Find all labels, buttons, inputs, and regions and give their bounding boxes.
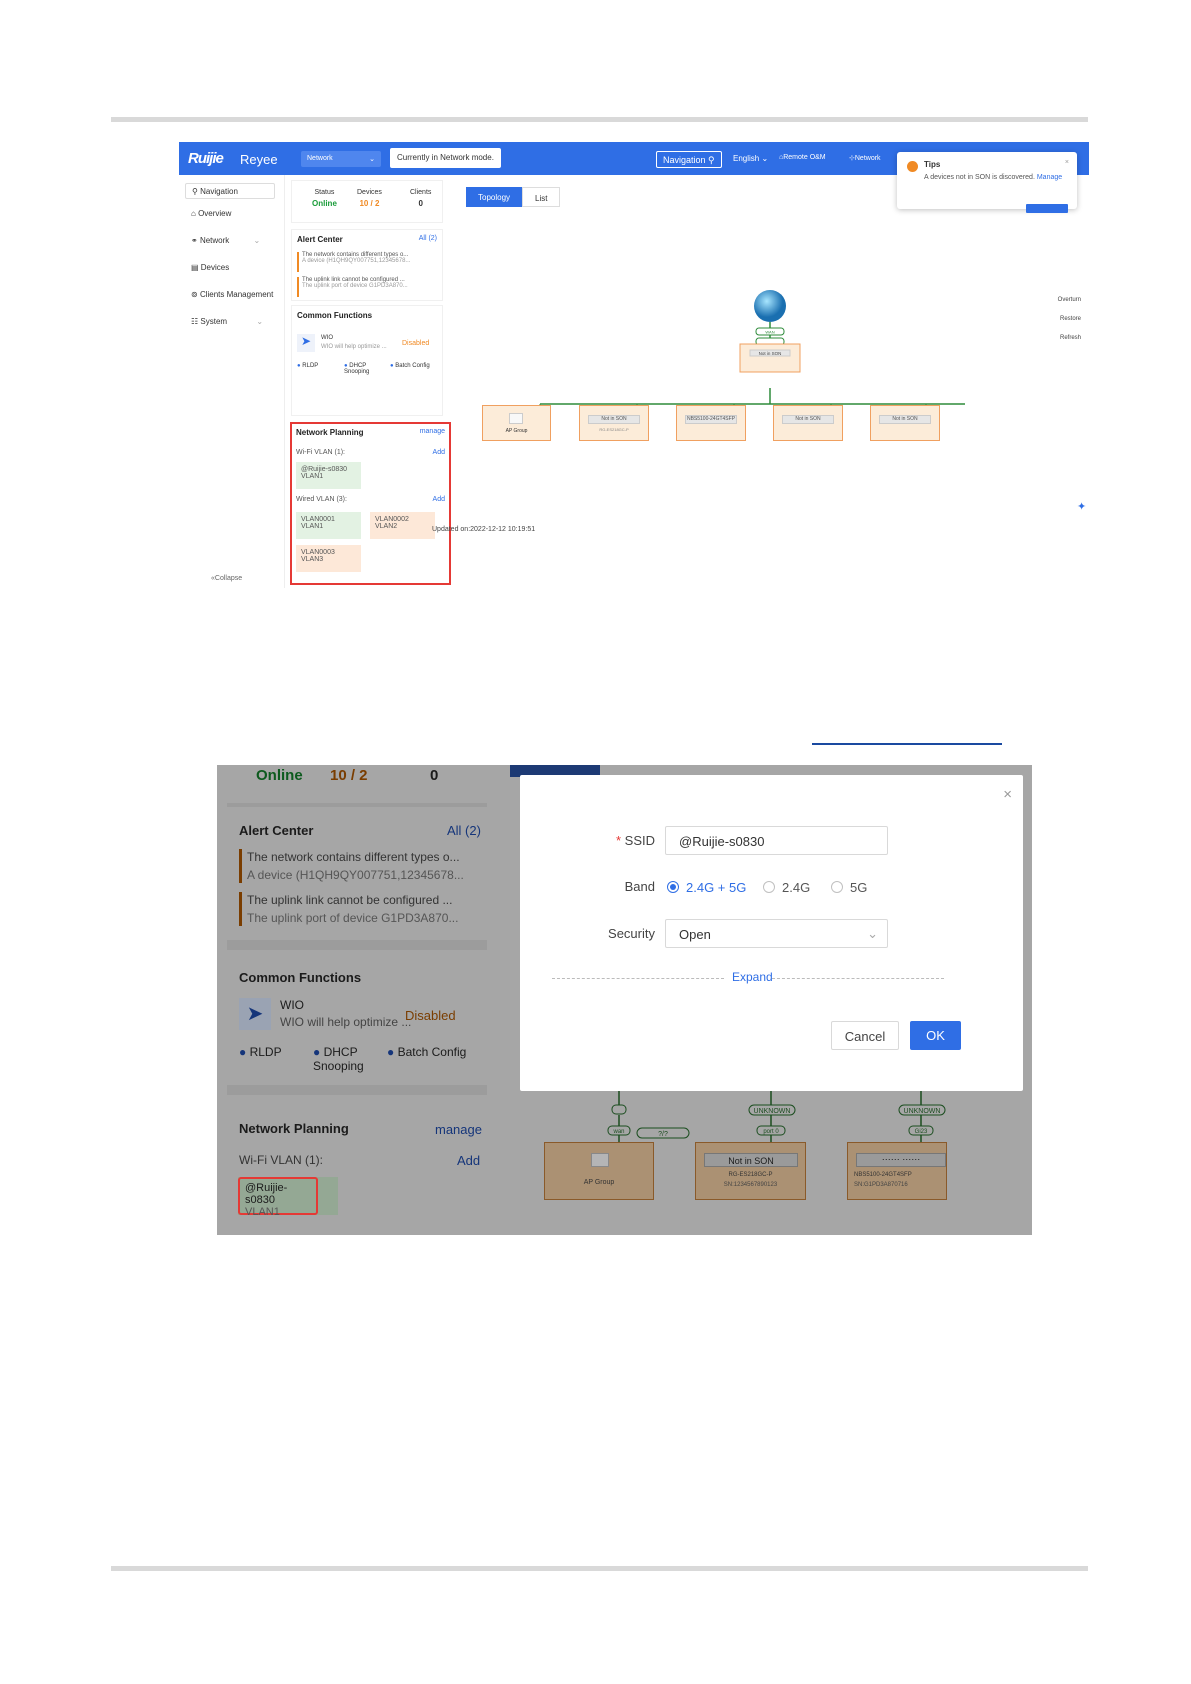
switch-node[interactable]: Not in SON bbox=[870, 405, 940, 441]
close-icon[interactable]: × bbox=[1003, 786, 1012, 803]
wio-state-zoom[interactable]: Disabled bbox=[405, 1008, 456, 1023]
alert1-title-zoom[interactable]: The network contains different types o..… bbox=[247, 850, 460, 864]
ap-icon bbox=[509, 413, 523, 424]
ap-group-node-zoom[interactable]: AP Group bbox=[544, 1142, 654, 1200]
port-unknown-text: UNKNOWN bbox=[904, 1108, 941, 1115]
assistant-icon[interactable]: ✦ bbox=[1077, 500, 1087, 522]
switch-node-zoom[interactable]: ⋯⋯ ⋯⋯ NBS5100-24GT4SFP SN:G1PD3A870716 bbox=[847, 1142, 947, 1200]
expand-link[interactable]: Expand bbox=[732, 970, 773, 984]
port0-text: port 0 bbox=[763, 1129, 779, 1135]
ssid-input[interactable]: @Ruijie-s0830 bbox=[665, 826, 888, 855]
wio-desc-zoom: WIO will help optimize ... bbox=[280, 1015, 412, 1029]
np-manage-zoom[interactable]: manage bbox=[435, 1122, 482, 1137]
alert2-title-zoom[interactable]: The uplink link cannot be configured ... bbox=[247, 893, 452, 907]
security-select[interactable]: Open ⌄ bbox=[665, 919, 888, 948]
alert-title-zoom: Alert Center bbox=[239, 823, 314, 838]
batch-config-zoom[interactable]: ● Batch Config bbox=[387, 1045, 466, 1059]
band-option-5g[interactable]: 5G bbox=[850, 880, 867, 895]
topology-graph: WAN Not in SON bbox=[539, 290, 965, 432]
top-rule bbox=[111, 117, 1088, 122]
band-option-24g[interactable]: 2.4G bbox=[782, 880, 810, 895]
rldp-link-zoom[interactable]: ● RLDP bbox=[239, 1045, 282, 1059]
ssid-dialog: × * SSID @Ruijie-s0830 Band 2.4G + 5G 2.… bbox=[520, 775, 1023, 1091]
ssid-label: * SSID bbox=[615, 833, 655, 848]
wifi-add-zoom[interactable]: Add bbox=[457, 1153, 480, 1168]
ssid-dialog-screenshot: Online 10 / 2 0 Alert Center All (2) The… bbox=[217, 765, 1032, 1235]
wio-name-zoom: WIO bbox=[280, 998, 304, 1012]
root-device[interactable] bbox=[739, 343, 801, 373]
band-radio-24g[interactable] bbox=[763, 881, 775, 893]
band-label: Band bbox=[624, 879, 655, 894]
status-value-zoom: Online bbox=[256, 767, 303, 784]
common-title-zoom: Common Functions bbox=[239, 970, 362, 985]
alert2-detail-zoom: The uplink port of device G1PD3A870... bbox=[247, 911, 459, 925]
divider bbox=[772, 978, 944, 979]
band-radio-dual[interactable] bbox=[667, 881, 679, 893]
np-title-zoom: Network Planning bbox=[239, 1121, 349, 1136]
switch-node-zoom[interactable]: Not in SON RG-ES218GC-P SN:1234567890123 bbox=[695, 1142, 806, 1200]
wifi-vlan-item-highlight[interactable]: @Ruijie-s0830 VLAN1 bbox=[238, 1177, 318, 1218]
bottom-rule bbox=[111, 1566, 1088, 1571]
band-radio-5g[interactable] bbox=[831, 881, 843, 893]
alert-all-zoom[interactable]: All (2) bbox=[447, 823, 481, 838]
port-wan-text: wan bbox=[612, 1129, 624, 1135]
ap-icon bbox=[591, 1153, 609, 1167]
internet-globe-icon bbox=[754, 290, 786, 322]
gi23-text: Gi23 bbox=[915, 1129, 928, 1135]
devices-value-zoom[interactable]: 10 / 2 bbox=[330, 767, 368, 784]
wio-icon: ➤ bbox=[239, 998, 271, 1030]
updated-time: Updated on:2022-12-12 10:19:51 bbox=[432, 526, 536, 533]
overview-screenshot: Ruijie Reyee Network ⌄ Currently in Netwo… bbox=[179, 142, 1089, 588]
root-port-text: WAN bbox=[765, 330, 774, 335]
link-text: ?/? bbox=[658, 1131, 668, 1138]
divider bbox=[552, 978, 724, 979]
root-device-label: Not in SON bbox=[759, 351, 782, 356]
dhcp-link-zoom[interactable]: ● DHCP Snooping bbox=[313, 1045, 373, 1073]
switch-node[interactable]: Not in SON RG-ES218GC-P bbox=[579, 405, 649, 441]
cancel-button[interactable]: Cancel bbox=[831, 1021, 899, 1050]
clients-value-zoom[interactable]: 0 bbox=[430, 767, 438, 784]
wifi-label-zoom: Wi-Fi VLAN (1): bbox=[239, 1153, 323, 1167]
switch-node[interactable]: NBS5100-24GT4SFP bbox=[676, 405, 746, 441]
band-option-dual[interactable]: 2.4G + 5G bbox=[686, 880, 746, 895]
ap-group-node[interactable]: AP Group bbox=[482, 405, 551, 441]
switch-node[interactable]: Not in SON bbox=[773, 405, 843, 441]
link-underline bbox=[812, 743, 1002, 745]
alert1-detail-zoom: A device (H1QH9QY007751,12345678... bbox=[247, 868, 464, 882]
ok-button[interactable]: OK bbox=[910, 1021, 961, 1050]
security-label: Security bbox=[608, 926, 655, 941]
chevron-down-icon: ⌄ bbox=[867, 926, 878, 941]
port-unknown-text: UNKNOWN bbox=[754, 1108, 791, 1115]
